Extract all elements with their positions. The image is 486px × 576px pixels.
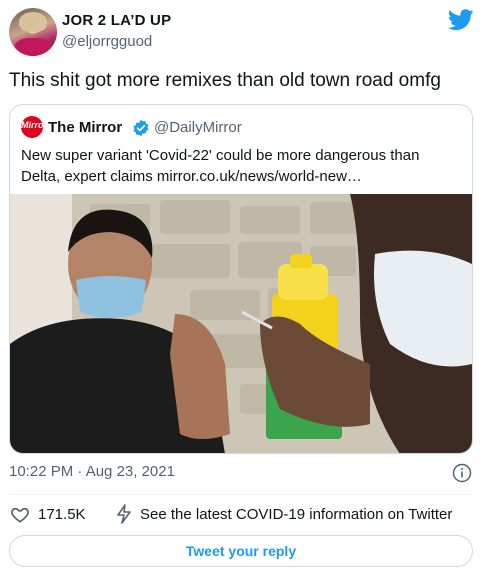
tweet-timestamp[interactable]: 10:22 PM · Aug 23, 2021: [9, 463, 175, 480]
vaccination-photo-illustration: [10, 194, 472, 453]
quoted-tweet-card[interactable]: Mirror The Mirror @DailyMirror New super…: [9, 104, 473, 454]
heart-icon[interactable]: [10, 505, 30, 525]
info-icon[interactable]: [452, 463, 472, 483]
tweet-text: This shit got more remixes than old town…: [9, 70, 441, 91]
twitter-logo-icon[interactable]: [448, 9, 474, 31]
avatar-hair: [19, 12, 47, 32]
author-name[interactable]: JOR 2 LA’D UP: [62, 12, 171, 29]
mirror-avatar-logo: Mirror: [21, 120, 48, 130]
quoted-author-name[interactable]: The Mirror: [48, 119, 122, 136]
verified-badge-icon: [133, 119, 149, 137]
tweet-your-reply-button[interactable]: Tweet your reply: [9, 535, 473, 567]
avatar-clothing: [15, 38, 51, 56]
vaccination-photo[interactable]: [10, 194, 472, 453]
divider: [9, 494, 473, 495]
mirror-avatar[interactable]: Mirror: [21, 116, 48, 138]
quoted-author-handle[interactable]: @DailyMirror: [154, 119, 242, 136]
bolt-icon: [117, 504, 131, 524]
covid-info-link[interactable]: See the latest COVID-19 information on T…: [140, 506, 452, 523]
author-handle[interactable]: @eljorrgguod: [62, 33, 152, 50]
like-count[interactable]: 171.5K: [38, 506, 86, 523]
quoted-tweet-text: New super variant 'Covid-22' could be mo…: [21, 147, 420, 185]
author-avatar[interactable]: [9, 8, 57, 56]
